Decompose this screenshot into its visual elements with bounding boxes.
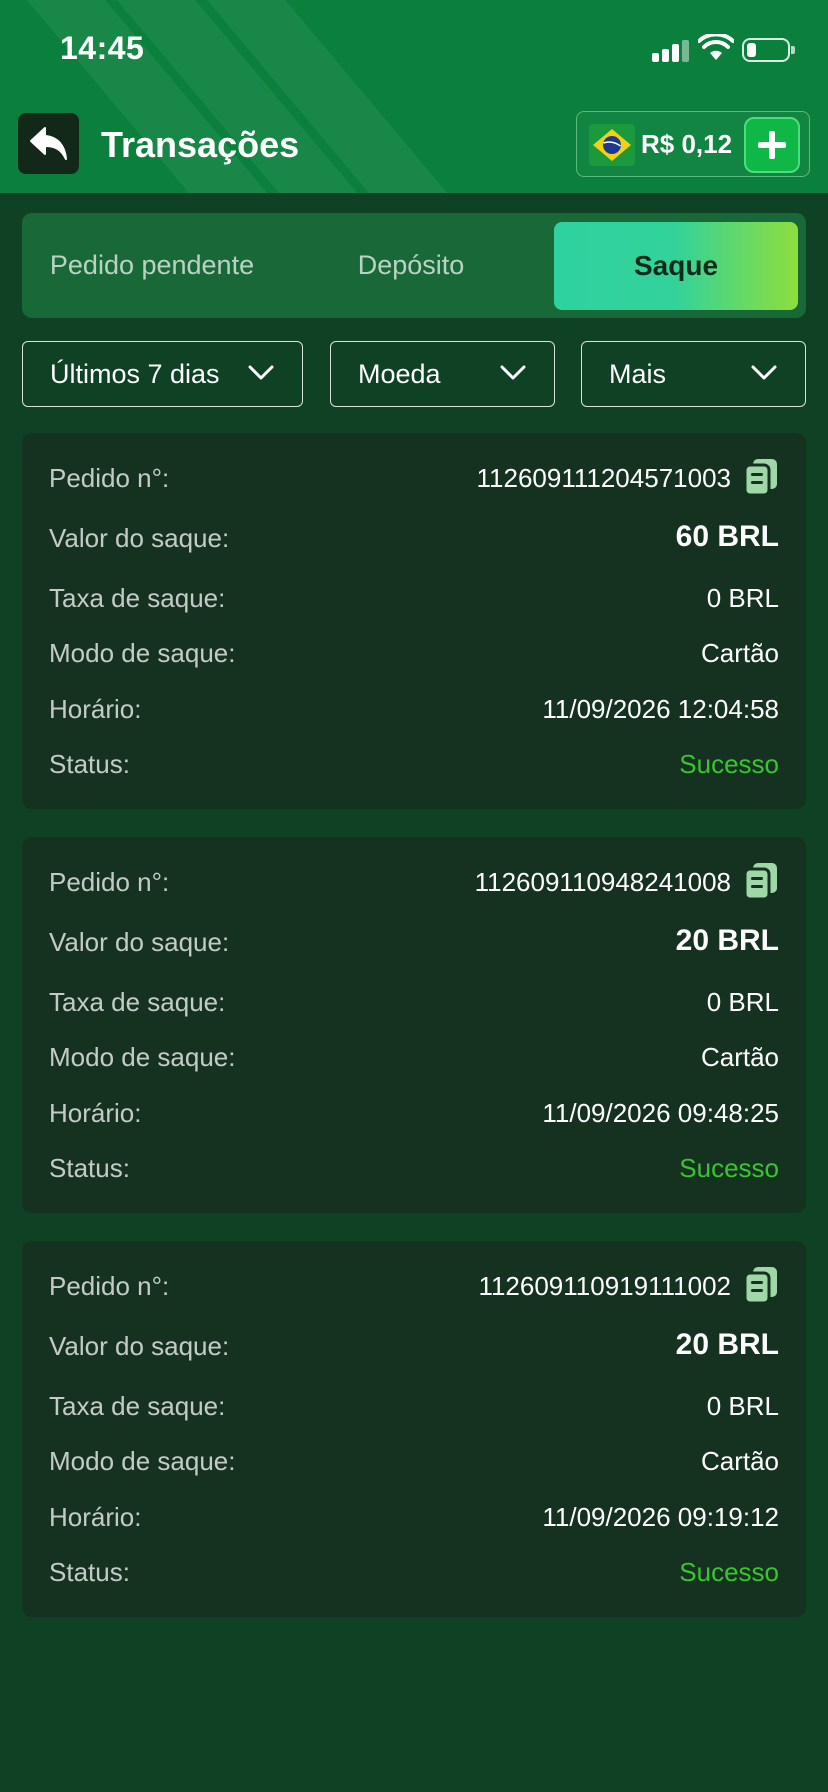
order-row: Pedido n°: 112609110948241008 — [49, 863, 779, 907]
status-value: Sucesso — [679, 1153, 779, 1183]
withdrawal-amount: 60 BRL — [675, 520, 779, 553]
order-number: 112609110948241008 — [474, 867, 731, 897]
transaction-card: Pedido n°: 112609110948241008 Valor do s… — [22, 837, 806, 1213]
withdrawal-mode: Cartão — [700, 1042, 779, 1072]
status-row: Status: Sucesso — [49, 1557, 779, 1597]
transaction-time: 11/09/2026 12:04:58 — [542, 694, 779, 724]
status-label: Status: — [49, 749, 130, 779]
copy-icon[interactable] — [743, 457, 779, 497]
status-value: Sucesso — [679, 749, 779, 779]
currency-filter-dropdown[interactable]: Moeda — [330, 341, 555, 407]
transaction-time: 11/09/2026 09:48:25 — [542, 1098, 779, 1128]
transaction-card: Pedido n°: 112609111204571003 Valor do s… — [22, 433, 806, 809]
wifi-icon — [698, 34, 734, 60]
time-label: Horário: — [49, 694, 142, 724]
chevron-down-icon — [248, 365, 274, 380]
cellular-signal-icon — [652, 38, 692, 62]
nav-bar: Transações R$ 0,12 — [0, 100, 828, 193]
withdrawal-amount: 20 BRL — [675, 1328, 779, 1361]
amount-label: Valor do saque: — [49, 523, 230, 553]
mode-label: Modo de saque: — [49, 638, 236, 668]
back-button[interactable] — [18, 113, 79, 174]
mode-row: Modo de saque: Cartão — [49, 1042, 779, 1082]
status-label: Status: — [49, 1153, 130, 1183]
plus-icon — [758, 131, 786, 159]
withdrawal-fee: 0 BRL — [706, 583, 779, 613]
time-label: Horário: — [49, 1502, 142, 1532]
order-row: Pedido n°: 112609111204571003 — [49, 459, 779, 503]
withdrawal-fee: 0 BRL — [706, 1391, 779, 1421]
withdrawal-mode: Cartão — [700, 638, 779, 668]
copy-icon[interactable] — [743, 1265, 779, 1305]
currency-filter-label: Moeda — [358, 359, 441, 389]
status-row: Status: Sucesso — [49, 1153, 779, 1193]
fee-row: Taxa de saque: 0 BRL — [49, 583, 779, 623]
time-label: Horário: — [49, 1098, 142, 1128]
mode-label: Modo de saque: — [49, 1042, 236, 1072]
fee-label: Taxa de saque: — [49, 987, 226, 1017]
battery-icon — [742, 38, 795, 62]
mode-label: Modo de saque: — [49, 1446, 236, 1476]
status-value: Sucesso — [679, 1557, 779, 1587]
balance-widget[interactable]: R$ 0,12 — [576, 111, 810, 177]
fee-label: Taxa de saque: — [49, 583, 226, 613]
time-row: Horário: 11/09/2026 09:19:12 — [49, 1502, 779, 1542]
status-label: Status: — [49, 1557, 130, 1587]
transaction-time: 11/09/2026 09:19:12 — [542, 1502, 779, 1532]
transaction-card: Pedido n°: 112609110919111002 Valor do s… — [22, 1241, 806, 1617]
withdrawal-mode: Cartão — [700, 1446, 779, 1476]
chevron-down-icon — [500, 365, 526, 380]
chevron-down-icon — [751, 365, 777, 380]
order-label: Pedido n°: — [49, 1271, 170, 1301]
mode-row: Modo de saque: Cartão — [49, 1446, 779, 1486]
brazil-flag-icon — [589, 124, 635, 166]
order-number: 112609110919111002 — [478, 1271, 731, 1301]
more-filter-label: Mais — [609, 359, 667, 389]
amount-label: Valor do saque: — [49, 927, 230, 957]
mode-row: Modo de saque: Cartão — [49, 638, 779, 678]
fee-row: Taxa de saque: 0 BRL — [49, 1391, 779, 1431]
more-filter-dropdown[interactable]: Mais — [581, 341, 806, 407]
period-filter-label: Últimos 7 dias — [50, 359, 220, 389]
transaction-type-tabs: Pedido pendente Depósito Saque — [22, 213, 806, 318]
time-row: Horário: 11/09/2026 12:04:58 — [49, 694, 779, 734]
status-time: 14:45 — [60, 30, 145, 66]
order-label: Pedido n°: — [49, 867, 170, 897]
time-row: Horário: 11/09/2026 09:48:25 — [49, 1098, 779, 1138]
withdrawal-amount: 20 BRL — [675, 924, 779, 957]
add-funds-button[interactable] — [744, 117, 800, 173]
withdrawal-fee: 0 BRL — [706, 987, 779, 1017]
order-row: Pedido n°: 112609110919111002 — [49, 1267, 779, 1311]
order-label: Pedido n°: — [49, 463, 170, 493]
amount-label: Valor do saque: — [49, 1331, 230, 1361]
page-title: Transações — [101, 124, 300, 165]
copy-icon[interactable] — [743, 861, 779, 901]
amount-row: Valor do saque: 20 BRL — [49, 1328, 779, 1371]
fee-row: Taxa de saque: 0 BRL — [49, 987, 779, 1027]
period-filter-dropdown[interactable]: Últimos 7 dias — [22, 341, 303, 407]
tab-withdrawal[interactable]: Saque — [554, 222, 798, 310]
tab-deposit[interactable]: Depósito — [286, 213, 536, 318]
header: 14:45 Transações R$ 0,12 — [0, 0, 828, 193]
status-bar: 14:45 — [0, 0, 828, 100]
back-arrow-icon — [29, 126, 67, 160]
order-number: 112609111204571003 — [476, 463, 732, 493]
amount-row: Valor do saque: 60 BRL — [49, 520, 779, 563]
amount-row: Valor do saque: 20 BRL — [49, 924, 779, 967]
status-row: Status: Sucesso — [49, 749, 779, 789]
tab-pending-order[interactable]: Pedido pendente — [22, 213, 282, 318]
fee-label: Taxa de saque: — [49, 1391, 226, 1421]
balance-amount: R$ 0,12 — [641, 129, 733, 159]
